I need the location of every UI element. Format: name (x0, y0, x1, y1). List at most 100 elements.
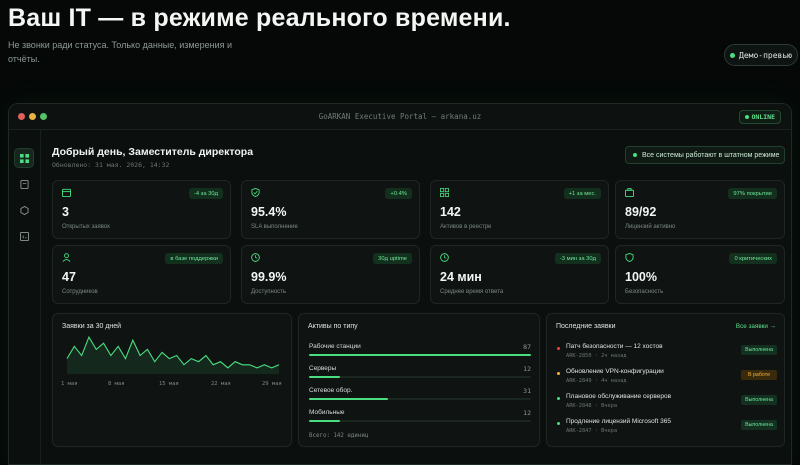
kpi-card-security[interactable]: 0 критических 100% Безопасность (615, 245, 785, 304)
online-label: ONLINE (751, 113, 775, 121)
request-meta: ARK-2849 · 4ч назад (566, 378, 627, 384)
asset-value: 12 (523, 409, 531, 417)
document-icon (19, 179, 29, 189)
clock-icon (251, 253, 260, 262)
kpi-label: Открытых заявок (62, 224, 110, 230)
x-tick-label: 15 мая (159, 381, 179, 387)
chart-area-fill (67, 337, 279, 374)
request-status-badge: Выполнена (741, 420, 777, 430)
updated-timestamp: Обновлено: 31 мая. 2026, 14:32 (52, 161, 170, 169)
window-title: GoARKAN Executive Portal — arkana.uz (318, 112, 482, 121)
request-title: Плановое обслуживание серверов (566, 393, 672, 400)
request-meta: ARK-2850 · 2ч назад (566, 353, 627, 359)
asset-label: Сетевое обор. (309, 387, 353, 394)
sidebar-item-reports[interactable] (14, 226, 34, 246)
briefcase-icon (625, 188, 634, 197)
kpi-card-response-time[interactable]: -3 мин за 30д 24 мин Среднее время ответ… (430, 245, 609, 304)
kpi-label: Лицензий активно (625, 224, 676, 230)
asset-bar-fill (309, 376, 340, 378)
asset-label: Рабочие станции (309, 343, 361, 350)
request-item[interactable]: Патч безопасности — 12 хостов ARK-2850 ·… (557, 343, 777, 363)
kpi-value: 89/92 (625, 205, 657, 219)
asset-bar-fill (309, 398, 389, 400)
asset-bar-track (309, 376, 531, 378)
sidebar-item-assets[interactable] (14, 200, 34, 220)
x-tick-label: 22 мая (211, 381, 231, 387)
kpi-card-assets[interactable]: +1 за мес. 142 Активов в реестре (430, 180, 609, 239)
kpi-card-sla[interactable]: +0.4% 95.4% SLA выполнение (241, 180, 420, 239)
request-status-badge: Выполнена (741, 395, 777, 405)
users-icon (62, 253, 71, 262)
demo-preview-label: Демо-превью (739, 50, 792, 60)
status-dot-icon (633, 153, 637, 157)
kpi-label: Доступность (251, 289, 287, 295)
demo-preview-button[interactable]: Демо-превью (724, 44, 798, 66)
asset-bar-track (309, 354, 531, 356)
x-tick-label: 29 мая (262, 381, 282, 387)
request-item[interactable]: Плановое обслуживание серверов ARK-2848 … (557, 393, 777, 413)
asset-value: 31 (523, 387, 531, 395)
x-tick-label: 1 мая (61, 381, 78, 387)
asset-bar-fill (309, 420, 340, 422)
request-title: Обновление VPN-конфигурации (566, 368, 664, 375)
tickets-chart-panel: Заявки за 30 дней 1 мая 8 мая 15 мая 22 … (52, 313, 292, 447)
system-status-badge: Все системы работают в штатном режиме (625, 146, 785, 164)
grid-icon (19, 153, 29, 163)
kpi-value: 47 (62, 270, 76, 284)
x-tick-label: 8 мая (108, 381, 125, 387)
request-priority-dot-icon (557, 347, 560, 350)
request-meta: ARK-2847 · Вчера (566, 428, 618, 434)
request-status-badge: В работе (741, 370, 777, 380)
assets-total: Всего: 142 единиц (309, 433, 369, 439)
kpi-label: SLA выполнение (251, 224, 298, 230)
request-item[interactable]: Продление лицензий Microsoft 365 ARK-284… (557, 418, 777, 438)
request-priority-dot-icon (557, 372, 560, 375)
kpi-value: 24 мин (440, 270, 482, 284)
asset-label: Мобильные (309, 409, 345, 416)
shield-icon (625, 253, 634, 262)
request-item[interactable]: Обновление VPN-конфигурации ARK-2849 · 4… (557, 368, 777, 388)
kpi-badge: +1 за мес. (563, 188, 601, 199)
request-priority-dot-icon (557, 422, 560, 425)
kpi-card-availability[interactable]: 30д uptime 99.9% Доступность (241, 245, 420, 304)
request-title: Продление лицензий Microsoft 365 (566, 418, 671, 425)
asset-value: 12 (523, 365, 531, 373)
shield-check-icon (251, 188, 260, 197)
request-title: Патч безопасности — 12 хостов (566, 343, 663, 350)
kpi-value: 3 (62, 205, 69, 219)
kpi-badge: 0 критических (729, 253, 777, 264)
hero-title: Ваш IT — в режиме реального времени. (8, 4, 511, 32)
kpi-label: Активов в реестре (440, 224, 492, 230)
assets-title: Активы по типу (308, 323, 358, 330)
asset-bar-track (309, 420, 531, 422)
kpi-card-licenses[interactable]: 97% покрытие 89/92 Лицензий активно (615, 180, 785, 239)
requests-panel: Последние заявки Все заявки → Патч безоп… (546, 313, 785, 447)
kpi-badge: в базе поддержки (165, 253, 223, 264)
grid-icon (440, 188, 449, 197)
online-badge: ONLINE (738, 110, 781, 124)
kpi-badge: -4 за 30д (188, 188, 223, 199)
request-status-badge: Выполнена (741, 345, 777, 355)
clock-icon (440, 253, 449, 262)
chart-icon (19, 231, 29, 241)
status-dot-icon (730, 52, 735, 58)
asset-value: 87 (523, 343, 531, 351)
kpi-card-open-tickets[interactable]: -4 за 30д 3 Открытых заявок (52, 180, 231, 239)
greeting: Добрый день, Заместитель директора (52, 146, 254, 158)
system-status-text: Все системы работают в штатном режиме (642, 151, 780, 159)
asset-bar-fill (309, 354, 531, 356)
asset-label: Серверы (309, 365, 337, 372)
hexagon-icon (19, 205, 29, 215)
sidebar-item-dashboard[interactable] (14, 148, 34, 168)
request-meta: ARK-2848 · Вчера (566, 403, 618, 409)
window-titlebar: GoARKAN Executive Portal — arkana.uz ONL… (9, 104, 791, 130)
sidebar-item-documents[interactable] (14, 174, 34, 194)
all-requests-link[interactable]: Все заявки → (736, 323, 776, 330)
kpi-badge: +0.4% (385, 188, 412, 199)
sidebar (9, 130, 41, 464)
calendar-icon (62, 188, 71, 197)
asset-bar-track (309, 398, 531, 400)
kpi-card-employees[interactable]: в базе поддержки 47 Сотрудников (52, 245, 231, 304)
kpi-value: 100% (625, 270, 657, 284)
requests-title: Последние заявки (556, 323, 616, 330)
